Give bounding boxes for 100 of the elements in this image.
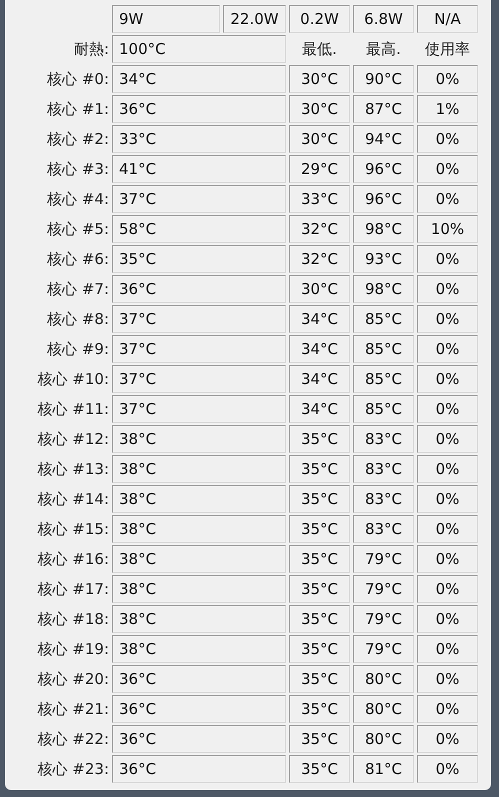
value-cell: 85°C: [353, 335, 414, 363]
row-label: 核心 #2:: [46, 128, 109, 150]
value-cell: 34°C: [289, 305, 350, 333]
value-cell: 35°C: [289, 755, 350, 783]
value-cell: 38°C: [112, 635, 286, 663]
value-cell: 36°C: [112, 95, 286, 123]
row-label: 核心 #7:: [46, 278, 109, 300]
column-header: 最低.: [301, 38, 338, 60]
row-label: 核心 #13:: [36, 458, 109, 480]
value-cell: 36°C: [112, 755, 286, 783]
row-label: 核心 #9:: [46, 338, 109, 360]
value-cell: 90°C: [353, 65, 414, 93]
value-cell: 81°C: [353, 755, 414, 783]
row-label: 核心 #4:: [46, 188, 109, 210]
value-cell: 35°C: [289, 605, 350, 633]
row-label: 核心 #3:: [46, 158, 109, 180]
value-cell: 35°C: [112, 245, 286, 273]
value-cell: 79°C: [353, 545, 414, 573]
value-cell: 38°C: [112, 455, 286, 483]
value-cell: 34°C: [289, 395, 350, 423]
value-cell: 1%: [417, 95, 478, 123]
row-label: 核心 #23:: [36, 758, 109, 780]
value-cell: 0%: [417, 665, 478, 693]
value-cell: 35°C: [289, 545, 350, 573]
value-cell: 32°C: [289, 245, 350, 273]
value-cell: 35°C: [289, 575, 350, 603]
value-cell: 34°C: [112, 65, 286, 93]
value-cell: 0%: [417, 335, 478, 363]
value-cell: 0%: [417, 365, 478, 393]
value-cell: 0%: [417, 635, 478, 663]
value-cell: 35°C: [289, 455, 350, 483]
value-cell: 98°C: [353, 275, 414, 303]
row-label: 核心 #5:: [46, 218, 109, 240]
value-cell: 83°C: [353, 425, 414, 453]
value-cell: N/A: [417, 5, 478, 33]
value-cell: 30°C: [289, 275, 350, 303]
value-cell: 85°C: [353, 305, 414, 333]
value-cell: 38°C: [112, 425, 286, 453]
value-cell: 0%: [417, 155, 478, 183]
value-cell: 0%: [417, 275, 478, 303]
value-cell: 35°C: [289, 635, 350, 663]
value-cell: 79°C: [353, 635, 414, 663]
row-label: 核心 #11:: [36, 398, 109, 420]
row-label: 核心 #16:: [36, 548, 109, 570]
value-cell: 85°C: [353, 395, 414, 423]
value-cell: 0%: [417, 695, 478, 723]
value-cell: 34°C: [289, 365, 350, 393]
value-cell: 36°C: [112, 695, 286, 723]
row-label: 核心 #8:: [46, 308, 109, 330]
value-cell: 29°C: [289, 155, 350, 183]
value-cell: 0.2W: [289, 5, 350, 33]
value-cell: 96°C: [353, 185, 414, 213]
value-cell: 93°C: [353, 245, 414, 273]
value-cell: 0%: [417, 245, 478, 273]
value-cell: 30°C: [289, 65, 350, 93]
value-cell: 0%: [417, 455, 478, 483]
value-cell: 30°C: [289, 95, 350, 123]
row-label: 耐熱:: [72, 38, 109, 60]
value-cell: 0%: [417, 725, 478, 753]
row-label: 核心 #21:: [36, 698, 109, 720]
value-cell: 34°C: [289, 335, 350, 363]
value-cell: 0%: [417, 515, 478, 543]
value-cell: 33°C: [112, 125, 286, 153]
value-cell: 0%: [417, 305, 478, 333]
row-label: 核心 #14:: [36, 488, 109, 510]
value-cell: 35°C: [289, 695, 350, 723]
value-cell: 87°C: [353, 95, 414, 123]
value-cell: 6.8W: [353, 5, 414, 33]
value-cell: 35°C: [289, 485, 350, 513]
value-cell: 94°C: [353, 125, 414, 153]
value-cell: 58°C: [112, 215, 286, 243]
column-header: 最高.: [365, 38, 402, 60]
value-cell: 0%: [417, 575, 478, 603]
value-cell: 80°C: [353, 695, 414, 723]
value-cell: 0%: [417, 425, 478, 453]
row-label: 核心 #18:: [36, 608, 109, 630]
row-label: 核心 #17:: [36, 578, 109, 600]
value-cell: 83°C: [353, 515, 414, 543]
value-cell: 33°C: [289, 185, 350, 213]
value-cell: 32°C: [289, 215, 350, 243]
value-cell: 85°C: [353, 365, 414, 393]
value-cell: 35°C: [289, 725, 350, 753]
value-cell: 9W: [112, 5, 220, 33]
value-cell: 37°C: [112, 185, 286, 213]
value-cell: 10%: [417, 215, 478, 243]
column-header: 使用率: [424, 38, 471, 60]
value-cell: 35°C: [289, 425, 350, 453]
value-cell: 83°C: [353, 455, 414, 483]
value-cell: 0%: [417, 185, 478, 213]
value-cell: 96°C: [353, 155, 414, 183]
value-cell: 37°C: [112, 335, 286, 363]
value-cell: 36°C: [112, 665, 286, 693]
value-cell: 0%: [417, 755, 478, 783]
value-cell: 38°C: [112, 605, 286, 633]
row-label: 核心 #0:: [46, 68, 109, 90]
row-label: 核心 #1:: [46, 98, 109, 120]
value-cell: 38°C: [112, 485, 286, 513]
row-label: 核心 #22:: [36, 728, 109, 750]
value-cell: 0%: [417, 125, 478, 153]
value-cell: 100°C: [112, 35, 286, 63]
